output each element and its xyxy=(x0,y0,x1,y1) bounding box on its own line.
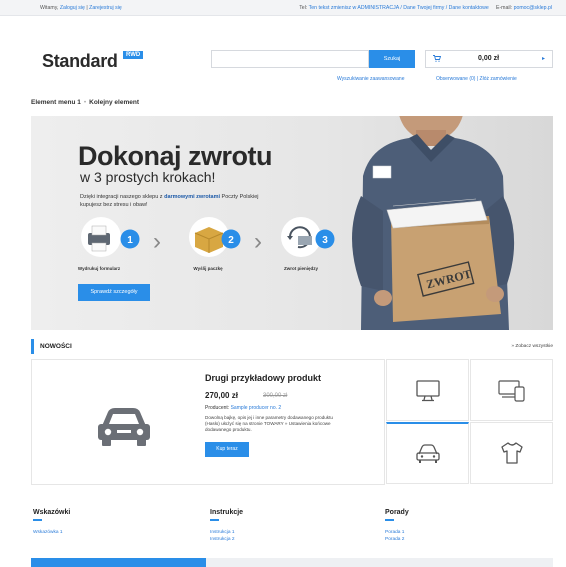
step-1-label: Wydrukuj formularz xyxy=(77,266,121,271)
category-grid xyxy=(386,359,553,485)
cart-total: 0,00 zł xyxy=(478,55,500,62)
menu-item-1[interactable]: Element menu 1 xyxy=(31,99,81,106)
product-old-price: 300,00 zł xyxy=(263,393,288,399)
search-button[interactable]: Szukaj xyxy=(369,50,415,68)
main-menu: Element menu 1 • Kolejny element xyxy=(31,99,139,106)
footer-link[interactable]: Instrukcja 1 xyxy=(210,530,235,535)
separator: | xyxy=(86,5,88,11)
step-2-label: Wyślij paczkę xyxy=(193,266,223,271)
monitor-icon xyxy=(416,380,440,402)
product-description: Dowolną bajkę, opis jej i inne parametry… xyxy=(205,415,333,432)
category-monitor[interactable] xyxy=(386,359,469,421)
product-producer: Producent: Sample producer no. 2 xyxy=(205,405,281,411)
top-bar: Witamy, Zaloguj się | Zarejestruj się Te… xyxy=(0,0,566,16)
footer-title-advice: Porady xyxy=(385,509,409,516)
step-1-number: 1 xyxy=(127,235,133,246)
see-all-link[interactable]: » Zobacz wszystkie xyxy=(511,344,553,349)
cart-button[interactable]: 0,00 zł ▸ xyxy=(425,50,553,68)
hero-details-button[interactable]: Sprawdź szczegóły xyxy=(78,284,150,301)
menu-item-2[interactable]: Kolejny element xyxy=(89,99,139,106)
contact-info: Tel: Ten tekst zmienisz w ADMINISTRACJA … xyxy=(299,5,552,11)
category-devices[interactable] xyxy=(470,359,553,421)
footer-title-tips: Wskazówki xyxy=(33,509,71,516)
register-link[interactable]: Zarejestruj się xyxy=(89,5,122,11)
logo-badge: RWD xyxy=(123,51,144,59)
step-3-number: 3 xyxy=(322,235,328,246)
greeting-text: Witamy, xyxy=(40,5,59,11)
printer-icon xyxy=(81,217,121,257)
footer-link[interactable]: Porada 2 xyxy=(385,537,404,542)
chevron-right-icon: ▸ xyxy=(541,56,545,62)
tshirt-icon xyxy=(501,442,523,464)
footer-link[interactable]: Instrukcja 2 xyxy=(210,537,235,542)
footer-title-instructions: Instrukcje xyxy=(210,509,244,516)
car-icon xyxy=(416,444,440,463)
footer-underline xyxy=(210,519,219,521)
car-icon xyxy=(98,408,150,446)
step-3-badge: 3 xyxy=(315,229,335,249)
menu-separator: • xyxy=(83,99,87,106)
section-accent-bar xyxy=(31,339,34,354)
buy-now-button[interactable]: Kup teraz xyxy=(205,442,249,457)
step-1-badge: 1 xyxy=(120,229,140,249)
login-link[interactable]: Zaloguj się xyxy=(60,5,85,11)
footer-column-advice: Porady xyxy=(385,509,409,521)
bottom-bar xyxy=(31,558,553,567)
cart-links[interactable]: Obserwowane (0) | Złóż zamówienie xyxy=(436,76,517,82)
footer-column-instructions: Instrukcje xyxy=(210,509,243,521)
product-name[interactable]: Drugi przykładowy produkt xyxy=(205,373,321,383)
producer-link[interactable]: Sample producer no. 2 xyxy=(231,405,282,411)
step-2-number: 2 xyxy=(228,235,234,246)
chevron-right-icon: › xyxy=(153,228,161,255)
footer-column-tips: Wskazówki xyxy=(33,509,70,521)
product-card[interactable]: Drugi przykładowy produkt 270,00 zł 300,… xyxy=(31,359,385,485)
advanced-search-link[interactable]: Wyszukiwanie zaawansowane xyxy=(337,76,405,82)
email-label: E-mail: xyxy=(495,5,513,11)
phone-text[interactable]: Ten tekst zmienisz w ADMINISTRACJA / Dan… xyxy=(309,5,489,11)
step-3-label: Zwrot pieniędzy xyxy=(283,266,318,271)
chevron-right-icon: › xyxy=(254,228,262,255)
footer-link[interactable]: Porada 1 xyxy=(385,530,404,535)
search-input[interactable] xyxy=(211,50,369,68)
footer-underline xyxy=(33,519,42,521)
hero-subtitle: w 3 prostych krokach! xyxy=(80,169,216,185)
account-links: Witamy, Zaloguj się | Zarejestruj się xyxy=(40,5,122,11)
footer-link[interactable]: Wskazówka 1 xyxy=(33,530,63,535)
hero-desc-before: Dzięki integracji naszego sklepu z xyxy=(80,194,165,200)
logo[interactable]: Standard xyxy=(42,51,118,72)
producer-label: Producent: xyxy=(205,405,230,411)
phone-label: Tel: xyxy=(299,5,308,11)
devices-icon xyxy=(498,380,525,402)
section-title: NOWOŚCI xyxy=(40,343,72,350)
hero-banner[interactable]: ZWROT Dokonaj zwrotu w 3 prostych krokac… xyxy=(31,116,553,330)
footer-underline xyxy=(385,519,394,521)
cart-icon xyxy=(433,55,442,64)
category-car[interactable] xyxy=(386,422,469,484)
hero-description: Dzięki integracji naszego sklepu z darmo… xyxy=(80,193,280,209)
hero-title: Dokonaj zwrotu xyxy=(78,141,273,171)
new-products-header: NOWOŚCI » Zobacz wszystkie xyxy=(31,339,553,354)
category-clothing[interactable] xyxy=(470,422,553,484)
product-price: 270,00 zł xyxy=(205,391,238,400)
email-link[interactable]: pomoc@sklep.pl xyxy=(514,5,552,11)
step-2-badge: 2 xyxy=(221,229,241,249)
hero-desc-highlight: darmowymi zwrotami xyxy=(164,194,221,200)
bottom-bar-accent xyxy=(31,558,206,567)
